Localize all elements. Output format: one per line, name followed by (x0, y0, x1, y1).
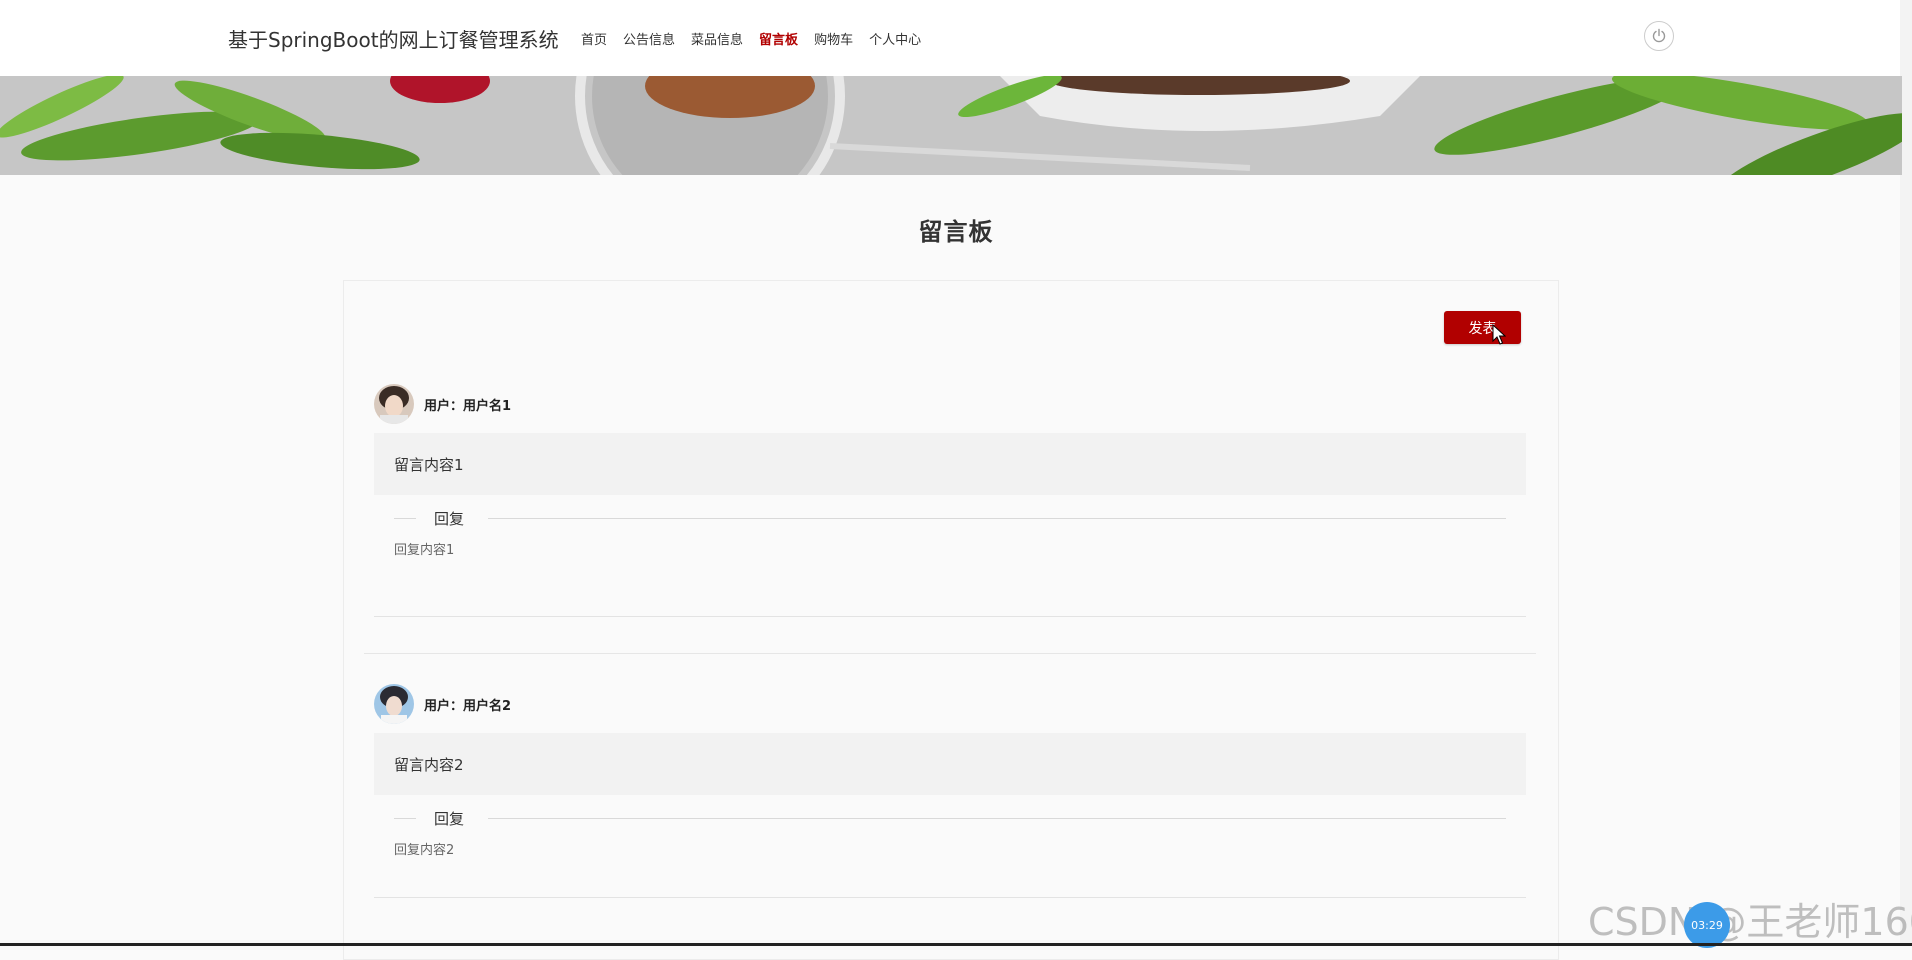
power-icon (1652, 28, 1666, 43)
banner-food-illustration (0, 76, 1902, 175)
reply-divider: 回复 (374, 805, 1526, 831)
page-title: 留言板 (918, 218, 994, 246)
nav-item-cart[interactable]: 购物车 (814, 29, 853, 48)
nav-item-home[interactable]: 首页 (581, 29, 607, 48)
message-username: 用户：用户名2 (424, 698, 512, 714)
banner-image (0, 76, 1902, 175)
main-nav: 首页 公告信息 菜品信息 留言板 购物车 个人中心 (581, 29, 921, 48)
user-avatar (374, 684, 414, 724)
nav-item-profile[interactable]: 个人中心 (869, 29, 921, 48)
reply-label: 回复 (434, 510, 465, 528)
message-board-panel: 发表 用户：用户名1 留言内容1 回复 回复内容1 用户：用户名2 留言内容2 … (343, 280, 1559, 960)
reply-label: 回复 (434, 810, 465, 828)
site-title: 基于SpringBoot的网上订餐管理系统 (228, 28, 559, 52)
reply-divider: 回复 (374, 505, 1526, 531)
reply-content: 回复内容1 (394, 543, 455, 558)
message-content: 留言内容1 (374, 433, 1526, 495)
message-item: 用户：用户名2 留言内容2 回复 回复内容2 (374, 684, 1526, 898)
mouse-cursor-icon (1492, 324, 1506, 345)
post-button[interactable]: 发表 (1444, 311, 1521, 344)
message-divider (374, 897, 1526, 898)
csdn-watermark: CSDN @王老师160 (1588, 900, 1912, 944)
message-content: 留言内容2 (374, 733, 1526, 795)
nav-item-dishes[interactable]: 菜品信息 (691, 29, 743, 48)
message-separator (364, 653, 1536, 654)
user-avatar (374, 384, 414, 424)
nav-item-message-board[interactable]: 留言板 (759, 29, 798, 48)
timer-badge: 03:29 (1684, 902, 1730, 948)
logout-button[interactable] (1644, 21, 1674, 51)
message-username: 用户：用户名1 (424, 398, 512, 414)
message-divider (374, 616, 1526, 617)
reply-content: 回复内容2 (394, 843, 455, 858)
nav-item-announcements[interactable]: 公告信息 (623, 29, 675, 48)
message-item: 用户：用户名1 留言内容1 回复 回复内容1 (374, 384, 1526, 617)
top-navbar: 基于SpringBoot的网上订餐管理系统 首页 公告信息 菜品信息 留言板 购… (0, 0, 1900, 76)
